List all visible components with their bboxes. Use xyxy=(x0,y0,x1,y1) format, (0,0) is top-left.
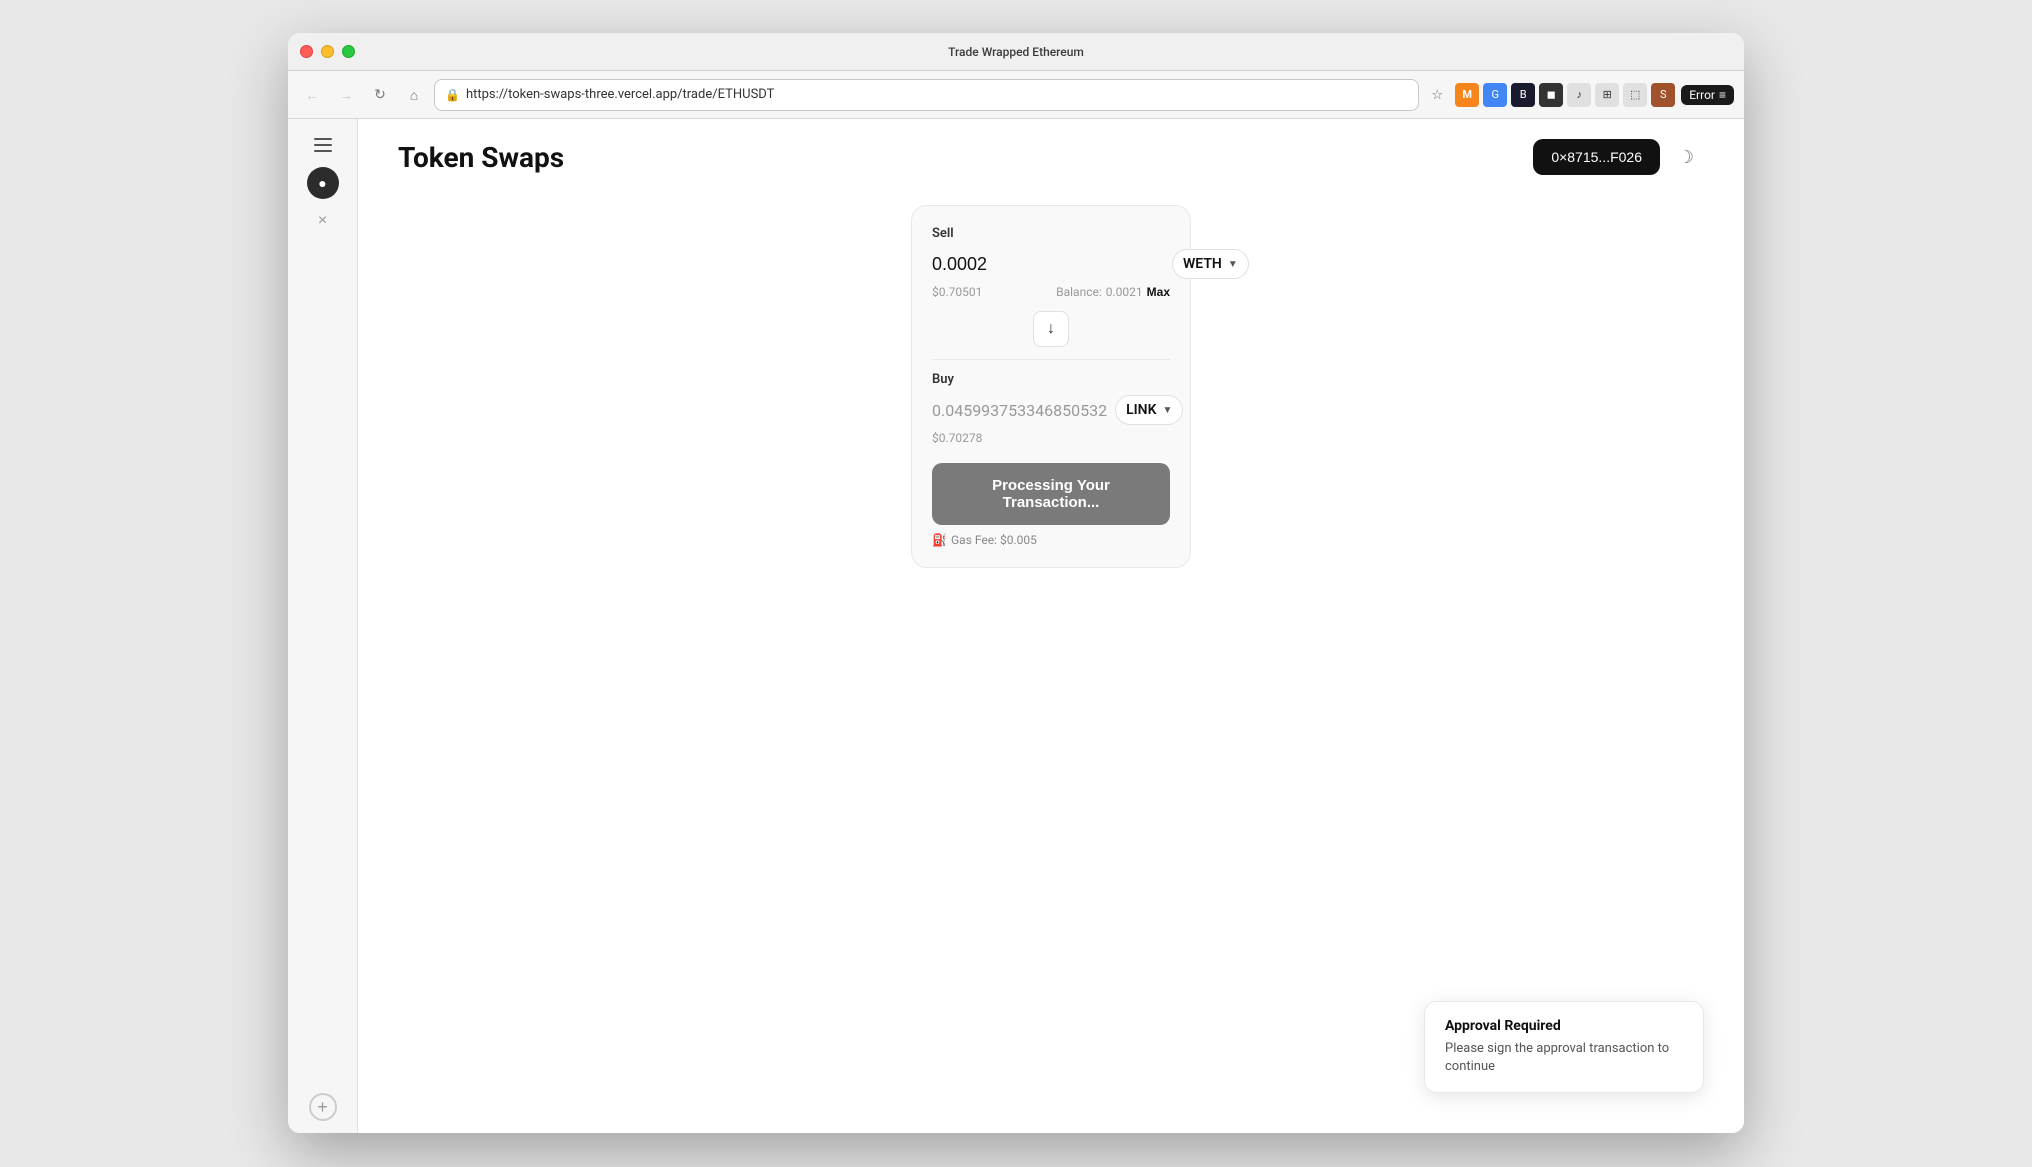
sell-usd-value: $0.70501 xyxy=(932,285,982,299)
back-button[interactable]: ← xyxy=(298,81,326,109)
browser-toolbar: ← → ↻ ⌂ 🔒 https://token-swaps-three.verc… xyxy=(288,71,1744,119)
buy-token-chevron-icon: ▼ xyxy=(1162,405,1172,416)
buy-token-name: LINK xyxy=(1126,402,1156,418)
max-button[interactable]: Max xyxy=(1147,285,1170,299)
sidebar-toggle[interactable] xyxy=(309,131,337,159)
ext-icon-7[interactable]: S xyxy=(1651,83,1675,107)
metamask-icon[interactable]: M xyxy=(1455,83,1479,107)
buy-input-row: 0.045993753346850532 LINK ▼ xyxy=(932,395,1170,425)
url-display: https://token-swaps-three.vercel.app/tra… xyxy=(466,87,1408,102)
bookmark-button[interactable]: ☆ xyxy=(1425,83,1449,107)
sell-input-row: WETH ▼ xyxy=(932,249,1170,279)
title-bar: Trade Wrapped Ethereum xyxy=(288,33,1744,71)
sell-section: Sell WETH ▼ $0.70501 Balance: 0.0021 xyxy=(932,226,1170,299)
sidebar-profile-icon[interactable]: ● xyxy=(307,167,339,199)
maximize-button[interactable] xyxy=(342,45,355,58)
approval-toast-text: Please sign the approval transaction to … xyxy=(1445,1040,1683,1076)
card-divider xyxy=(932,359,1170,360)
app-header: Token Swaps 0×8715...F026 ☽ xyxy=(398,139,1704,175)
lock-icon: 🔒 xyxy=(445,88,460,102)
sell-token-chevron-icon: ▼ xyxy=(1228,259,1238,270)
ext-icon-3[interactable]: ◼ xyxy=(1539,83,1563,107)
buy-sub-row: $0.70278 xyxy=(932,431,1170,445)
ext-icon-2[interactable]: B xyxy=(1511,83,1535,107)
sidebar-close-button[interactable]: × xyxy=(309,207,337,235)
menu-icon: ≡ xyxy=(1719,88,1726,102)
reload-button[interactable]: ↻ xyxy=(366,81,394,109)
ext-icon-5[interactable]: ⊞ xyxy=(1595,83,1619,107)
gas-fee-row: ⛽ Gas Fee: $0.005 xyxy=(932,533,1170,547)
balance-label: Balance: xyxy=(1056,285,1102,299)
approval-toast: Approval Required Please sign the approv… xyxy=(1424,1001,1704,1093)
app-title: Token Swaps xyxy=(398,141,564,174)
buy-token-selector[interactable]: LINK ▼ xyxy=(1115,395,1183,425)
ext-icon-6[interactable]: ⬚ xyxy=(1623,83,1647,107)
balance-max: Balance: 0.0021 Max xyxy=(1056,285,1170,299)
theme-toggle-button[interactable]: ☽ xyxy=(1668,139,1704,175)
wallet-address: 0×8715...F026 xyxy=(1551,149,1642,165)
sell-token-selector[interactable]: WETH ▼ xyxy=(1172,249,1249,279)
swap-arrow-icon: ↓ xyxy=(1047,320,1055,338)
traffic-lights xyxy=(300,45,355,58)
error-badge-label: Error xyxy=(1689,88,1715,102)
moon-icon: ☽ xyxy=(1678,147,1694,168)
sidebar-add-button[interactable]: + xyxy=(309,1093,337,1121)
buy-amount-display: 0.045993753346850532 xyxy=(932,401,1107,420)
swap-direction-button[interactable]: ↓ xyxy=(1033,311,1069,347)
ext-icon-1[interactable]: G xyxy=(1483,83,1507,107)
page-content: Token Swaps 0×8715...F026 ☽ Sell xyxy=(358,119,1744,1133)
sell-token-name: WETH xyxy=(1183,256,1222,272)
buy-section: Buy 0.045993753346850532 LINK ▼ $0.70278 xyxy=(932,372,1170,445)
browser-sidebar: ● × + xyxy=(288,119,358,1133)
gas-fee-label: Gas Fee: $0.005 xyxy=(951,533,1037,547)
sell-label: Sell xyxy=(932,226,1170,241)
address-bar[interactable]: 🔒 https://token-swaps-three.vercel.app/t… xyxy=(434,79,1419,111)
home-button[interactable]: ⌂ xyxy=(400,81,428,109)
window-title: Trade Wrapped Ethereum xyxy=(948,45,1084,59)
swap-arrow-container: ↓ xyxy=(932,311,1170,347)
buy-label: Buy xyxy=(932,372,1170,387)
browser-extensions: M G B ◼ ♪ ⊞ ⬚ S xyxy=(1455,83,1675,107)
forward-button[interactable]: → xyxy=(332,81,360,109)
balance-value: 0.0021 xyxy=(1106,285,1143,299)
sell-amount-input[interactable] xyxy=(932,254,1164,275)
wallet-button[interactable]: 0×8715...F026 xyxy=(1533,139,1660,175)
gas-icon: ⛽ xyxy=(932,533,947,547)
process-transaction-button[interactable]: Processing Your Transaction... xyxy=(932,463,1170,525)
error-badge[interactable]: Error ≡ xyxy=(1681,85,1734,105)
sell-sub-row: $0.70501 Balance: 0.0021 Max xyxy=(932,285,1170,299)
swap-card: Sell WETH ▼ $0.70501 Balance: 0.0021 xyxy=(911,205,1191,568)
approval-toast-title: Approval Required xyxy=(1445,1018,1683,1034)
buy-usd-value: $0.70278 xyxy=(932,431,982,445)
minimize-button[interactable] xyxy=(321,45,334,58)
close-button[interactable] xyxy=(300,45,313,58)
browser-content: ● × + Token Swaps 0×8715...F026 ☽ xyxy=(288,119,1744,1133)
ext-icon-4[interactable]: ♪ xyxy=(1567,83,1591,107)
